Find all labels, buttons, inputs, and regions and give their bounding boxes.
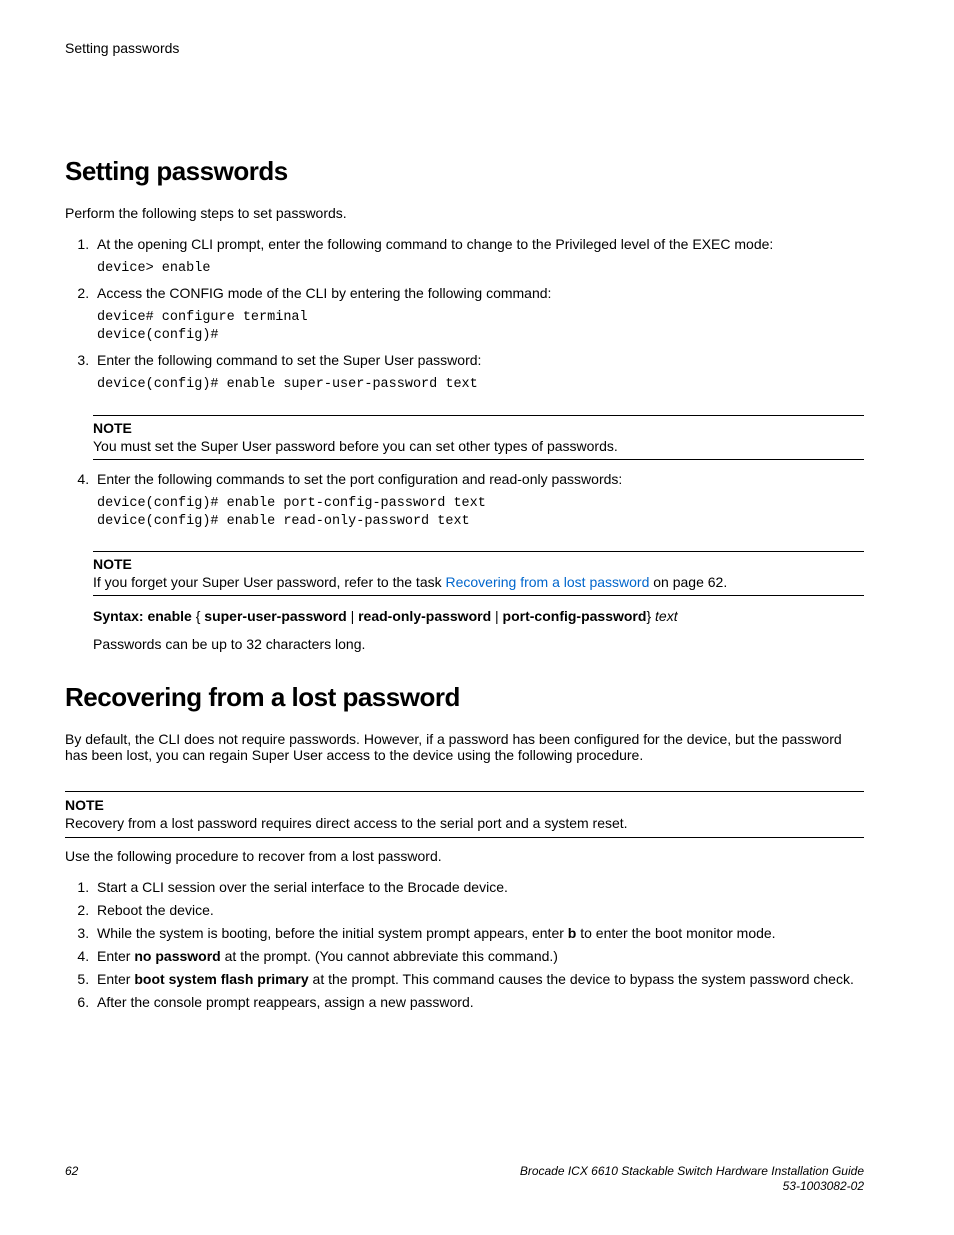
after-syntax-text: Passwords can be up to 32 characters lon… [93,636,864,652]
note-2-suffix: on page 62. [649,574,727,590]
step-4-text: Enter the following commands to set the … [97,471,622,487]
section1-intro: Perform the following steps to set passw… [65,205,864,221]
code-block-1: device> enable [97,260,864,278]
recover-step-3-post: to enter the boot monitor mode. [576,925,775,941]
recover-step-4-pre: Enter [97,948,134,964]
section1-steps-cont: Enter the following commands to set the … [65,470,864,531]
note-2-text: If you forget your Super User password, … [93,573,864,591]
note-3-label: NOTE [65,797,864,813]
footer-guide-title: Brocade ICX 6610 Stackable Switch Hardwa… [520,1164,864,1178]
step-2: Access the CONFIG mode of the CLI by ent… [93,284,864,345]
note-3-text: Recovery from a lost password requires d… [65,814,864,832]
recover-step-5-post: at the prompt. This command causes the d… [309,971,854,987]
page-footer: 62 Brocade ICX 6610 Stackable Switch Har… [65,1164,864,1195]
step-3-text: Enter the following command to set the S… [97,352,481,368]
note-3: NOTE Recovery from a lost password requi… [65,791,864,838]
section2-steps: Start a CLI session over the serial inte… [65,878,864,1011]
step-4: Enter the following commands to set the … [93,470,864,531]
recover-step-3: While the system is booting, before the … [93,924,864,943]
syntax-opt2: read-only-password [358,608,491,624]
page-number: 62 [65,1164,78,1178]
note-2-prefix: If you forget your Super User password, … [93,574,446,590]
section-title-recovering: Recovering from a lost password [65,682,864,713]
note-1-label: NOTE [93,420,864,436]
note-1: NOTE You must set the Super User passwor… [93,415,864,460]
syntax-opt1: super-user-password [204,608,346,624]
recover-step-3-pre: While the system is booting, before the … [97,925,568,941]
page-header-label: Setting passwords [65,40,864,56]
syntax-italic: text [655,608,678,624]
step-1-text: At the opening CLI prompt, enter the fol… [97,236,773,252]
document-page: Setting passwords Setting passwords Perf… [0,0,954,1235]
syntax-line: Syntax: enable { super-user-password | r… [93,608,864,624]
section-title-setting-passwords: Setting passwords [65,156,864,187]
procedure-intro: Use the following procedure to recover f… [65,848,864,864]
syntax-opt3: port-config-password [503,608,647,624]
section1-steps: At the opening CLI prompt, enter the fol… [65,235,864,395]
step-2-text: Access the CONFIG mode of the CLI by ent… [97,285,551,301]
recover-step-6: After the console prompt reappears, assi… [93,993,864,1012]
recover-step-2: Reboot the device. [93,901,864,920]
recover-step-4: Enter no password at the prompt. (You ca… [93,947,864,966]
recover-step-5-bold: boot system flash primary [134,971,308,987]
syntax-prefix: Syntax: enable [93,608,192,624]
code-block-4: device(config)# enable port-config-passw… [97,495,864,531]
note-2: NOTE If you forget your Super User passw… [93,551,864,596]
recover-step-1: Start a CLI session over the serial inte… [93,878,864,897]
section2-intro: By default, the CLI does not require pas… [65,731,864,763]
recovering-password-link[interactable]: Recovering from a lost password [446,574,650,590]
footer-right: Brocade ICX 6610 Stackable Switch Hardwa… [520,1164,864,1195]
note-2-label: NOTE [93,556,864,572]
step-1: At the opening CLI prompt, enter the fol… [93,235,864,278]
recover-step-5: Enter boot system flash primary at the p… [93,970,864,989]
recover-step-5-pre: Enter [97,971,134,987]
note-1-text: You must set the Super User password bef… [93,437,864,455]
code-block-2: device# configure terminal device(config… [97,309,864,345]
recover-step-4-bold: no password [134,948,220,964]
recover-step-4-post: at the prompt. (You cannot abbreviate th… [221,948,558,964]
step-3: Enter the following command to set the S… [93,351,864,394]
footer-doc-number: 53-1003082-02 [783,1179,864,1193]
code-block-3: device(config)# enable super-user-passwo… [97,376,864,394]
